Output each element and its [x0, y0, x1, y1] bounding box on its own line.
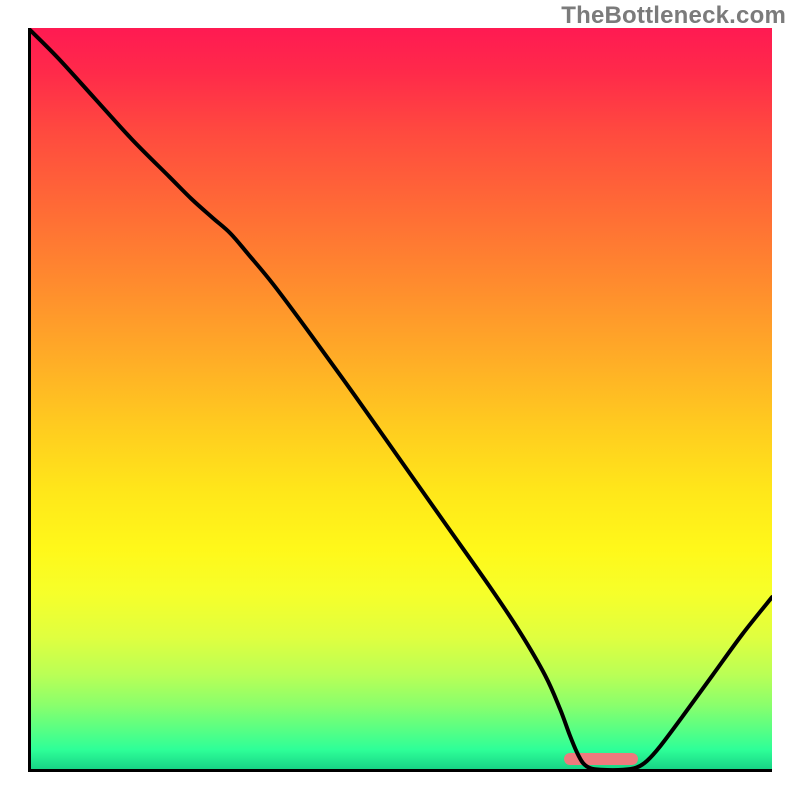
chart-overlay-svg — [28, 28, 772, 772]
chart-stage: TheBottleneck.com — [0, 0, 800, 800]
watermark-label: TheBottleneck.com — [561, 2, 786, 30]
plot-area — [28, 28, 772, 772]
bottleneck-curve — [28, 28, 772, 770]
